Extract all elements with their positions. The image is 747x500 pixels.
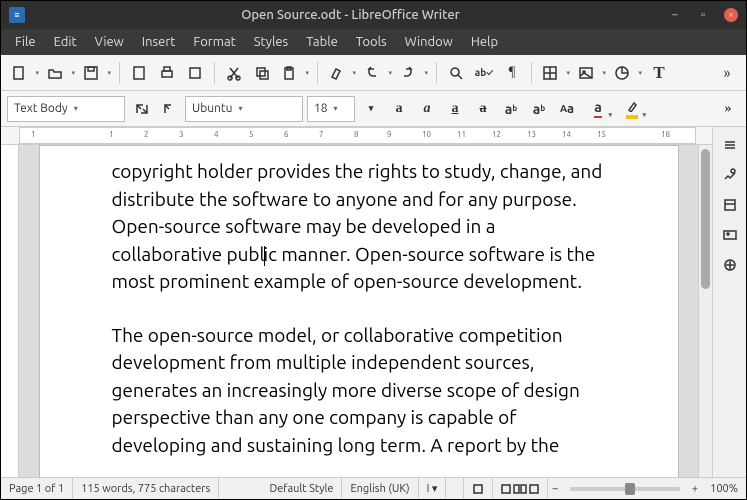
menu-edit[interactable]: Edit [46, 31, 85, 53]
update-style-button[interactable] [129, 97, 153, 121]
document-page[interactable]: copyright holder provides the rights to … [39, 145, 679, 477]
italic-button[interactable]: a [415, 97, 439, 121]
menu-bar: File Edit View Insert Format Styles Tabl… [1, 29, 746, 55]
menu-view[interactable]: View [87, 31, 132, 53]
sidebar [712, 127, 746, 477]
status-signature[interactable] [464, 478, 493, 499]
status-selection-mode[interactable] [446, 478, 464, 499]
image-button[interactable] [574, 60, 608, 86]
sidebar-gallery-icon[interactable] [718, 223, 742, 247]
save-button[interactable] [79, 60, 113, 86]
open-button[interactable] [43, 60, 77, 86]
minimize-button[interactable]: – [668, 8, 682, 22]
menu-table[interactable]: Table [298, 31, 346, 53]
menu-insert[interactable]: Insert [134, 31, 184, 53]
zoom-out-button[interactable]: – [548, 478, 561, 499]
undo-button[interactable] [360, 60, 394, 86]
print-preview-button[interactable] [182, 60, 208, 86]
uppercase-button[interactable]: Aa [555, 97, 579, 121]
status-style[interactable]: Default Style [261, 478, 342, 499]
sidebar-styles-icon[interactable] [718, 193, 742, 217]
new-style-button[interactable] [157, 97, 181, 121]
font-size-combo[interactable]: 18 [307, 96, 355, 122]
menu-help[interactable]: Help [463, 31, 506, 53]
status-page[interactable]: Page 1 of 1 [1, 478, 73, 499]
clone-formatting-button[interactable] [324, 60, 358, 86]
find-button[interactable] [443, 60, 469, 86]
maximize-button[interactable]: ▫ [696, 8, 710, 22]
sidebar-navigator-icon[interactable] [718, 253, 742, 277]
toolbar-overflow-button[interactable]: » [714, 60, 740, 86]
zoom-slider[interactable] [570, 487, 680, 491]
copy-button[interactable] [249, 60, 275, 86]
zoom-in-button[interactable]: + [688, 478, 702, 499]
redo-button[interactable] [396, 60, 430, 86]
menu-styles[interactable]: Styles [246, 31, 296, 53]
sidebar-properties-icon[interactable] [718, 163, 742, 187]
font-color-button[interactable]: a [583, 97, 613, 121]
chart-button[interactable] [610, 60, 644, 86]
app-icon: ≡ [9, 7, 25, 23]
paragraph-2[interactable]: The open-source model, or collaborative … [112, 322, 606, 460]
formatting-toolbar: Text Body Ubuntu 18 ▾ a a a a ab ab Aa a… [1, 91, 746, 127]
strikethrough-button[interactable]: a [471, 97, 495, 121]
highlight-button[interactable] [617, 97, 647, 121]
font-size-dropdown[interactable]: ▾ [359, 97, 383, 121]
document-viewport[interactable]: copyright holder provides the rights to … [19, 145, 698, 477]
menu-file[interactable]: File [7, 31, 44, 53]
status-insert-mode[interactable]: I ▾ [419, 478, 447, 499]
status-bar: Page 1 of 1 115 words, 775 characters De… [1, 477, 746, 499]
status-language[interactable]: English (UK) [342, 478, 418, 499]
formatting-marks-button[interactable]: ¶ [499, 60, 525, 86]
sidebar-settings-icon[interactable] [718, 133, 742, 157]
paragraph-1[interactable]: copyright holder provides the rights to … [112, 158, 606, 296]
status-view-layout[interactable] [493, 478, 548, 499]
format-overflow-button[interactable]: » [716, 97, 740, 121]
close-button[interactable]: × [724, 8, 738, 22]
spellcheck-button[interactable]: ab✓ [471, 60, 497, 86]
zoom-percent[interactable]: 100% [702, 478, 746, 499]
underline-button[interactable]: a [443, 97, 467, 121]
cut-button[interactable] [221, 60, 247, 86]
scrollbar-thumb[interactable] [701, 149, 710, 289]
vertical-scrollbar[interactable] [698, 145, 712, 477]
table-button[interactable] [538, 60, 572, 86]
bold-button[interactable]: a [387, 97, 411, 121]
vertical-ruler[interactable] [1, 145, 19, 477]
menu-window[interactable]: Window [397, 31, 461, 53]
main-toolbar: ab✓ ¶ T » [1, 55, 746, 91]
horizontal-ruler[interactable]: 1 1 2 3 4 5 6 7 8 9 10 11 12 13 14 15 18 [1, 127, 712, 145]
superscript-button[interactable]: ab [499, 97, 523, 121]
font-name-combo[interactable]: Ubuntu [185, 96, 303, 122]
status-wordcount[interactable]: 115 words, 775 characters [73, 478, 219, 499]
title-bar: ≡ Open Source.odt - LibreOffice Writer –… [1, 1, 746, 29]
textbox-button[interactable]: T [646, 60, 672, 86]
paste-button[interactable] [277, 60, 311, 86]
window-title: Open Source.odt - LibreOffice Writer [33, 8, 668, 22]
new-button[interactable] [7, 60, 41, 86]
menu-tools[interactable]: Tools [348, 31, 395, 53]
paragraph-style-combo[interactable]: Text Body [7, 96, 125, 122]
print-button[interactable] [154, 60, 180, 86]
menu-format[interactable]: Format [185, 31, 243, 53]
export-pdf-button[interactable] [126, 60, 152, 86]
subscript-button[interactable]: ab [527, 97, 551, 121]
